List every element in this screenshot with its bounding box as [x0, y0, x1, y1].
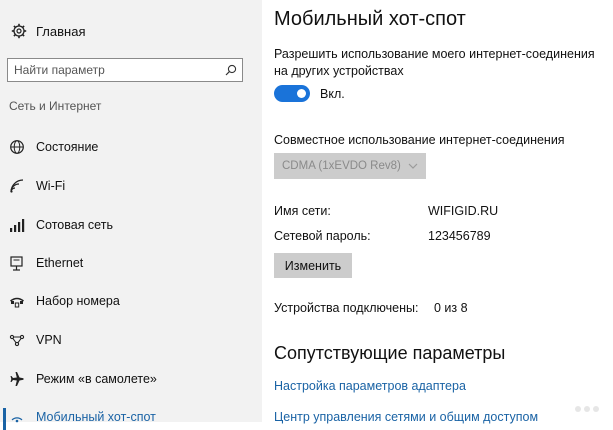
- home-nav-item[interactable]: Главная: [10, 20, 85, 42]
- sidebar-item-cellular[interactable]: Сотовая сеть: [0, 212, 262, 238]
- search-icon[interactable]: [220, 64, 242, 76]
- vpn-icon: [9, 332, 25, 348]
- sidebar-item-label: Сотовая сеть: [36, 218, 113, 232]
- edit-button[interactable]: Изменить: [274, 253, 352, 278]
- main-panel: Мобильный хот-спот Разрешить использован…: [262, 0, 613, 424]
- search-input[interactable]: [8, 60, 220, 80]
- home-label: Главная: [36, 23, 86, 39]
- gear-icon: [10, 23, 28, 39]
- password-label: Сетевой пароль:: [274, 229, 371, 243]
- devices-label: Устройства подключены:: [274, 301, 419, 315]
- sidebar-item-label: VPN: [36, 333, 62, 347]
- settings-sidebar: Главная Сеть и Интернет Состояние Wi-Fi …: [0, 0, 262, 430]
- password-value: 123456789: [428, 229, 491, 243]
- sidebar-item-dialup[interactable]: Набор номера: [0, 288, 262, 314]
- watermark-dots: [575, 404, 605, 414]
- adapter-settings-link[interactable]: Настройка параметров адаптера: [274, 379, 466, 393]
- sidebar-item-label: Режим «в самолете»: [36, 372, 157, 386]
- sidebar-item-label: Состояние: [36, 140, 99, 154]
- sidebar-item-label: Wi-Fi: [36, 179, 66, 193]
- sidebar-item-label: Набор номера: [36, 294, 120, 308]
- search-box: [7, 58, 243, 82]
- toggle-state-label: Вкл.: [320, 87, 345, 101]
- airplane-icon: [9, 371, 25, 387]
- sidebar-item-hotspot[interactable]: Мобильный хот-спот: [0, 404, 262, 430]
- sidebar-item-airplane[interactable]: Режим «в самолете»: [0, 366, 262, 392]
- connection-share-label: Совместное использование интернет-соедин…: [274, 133, 565, 147]
- wifi-icon: [9, 178, 25, 194]
- page-title: Мобильный хот-спот: [274, 8, 466, 30]
- chevron-down-icon: [407, 160, 419, 175]
- sidebar-item-wifi[interactable]: Wi-Fi: [0, 173, 262, 199]
- toggle-knob: [297, 89, 306, 98]
- section-title: Сеть и Интернет: [9, 99, 102, 113]
- connection-dropdown[interactable]: CDMA (1xEVDO Rev8): [274, 153, 426, 179]
- cellular-icon: [9, 217, 25, 233]
- sidebar-item-vpn[interactable]: VPN: [0, 327, 262, 353]
- share-description: Разрешить использование моего интернет-с…: [274, 47, 595, 78]
- devices-value: 0 из 8: [434, 301, 468, 315]
- globe-icon: [9, 139, 25, 155]
- related-settings-title: Сопутствующие параметры: [274, 343, 506, 363]
- hotspot-icon: [9, 409, 25, 425]
- sidebar-item-ethernet[interactable]: Ethernet: [0, 250, 262, 276]
- ethernet-icon: [9, 255, 25, 271]
- network-name-label: Имя сети:: [274, 204, 331, 218]
- connection-selected: CDMA (1xEVDO Rev8): [282, 160, 401, 172]
- network-name-value: WIFIGID.RU: [428, 204, 499, 218]
- sidebar-item-status[interactable]: Состояние: [0, 134, 262, 160]
- sidebar-item-label: Ethernet: [36, 256, 84, 270]
- share-toggle[interactable]: [274, 85, 310, 102]
- dialup-icon: [9, 293, 25, 309]
